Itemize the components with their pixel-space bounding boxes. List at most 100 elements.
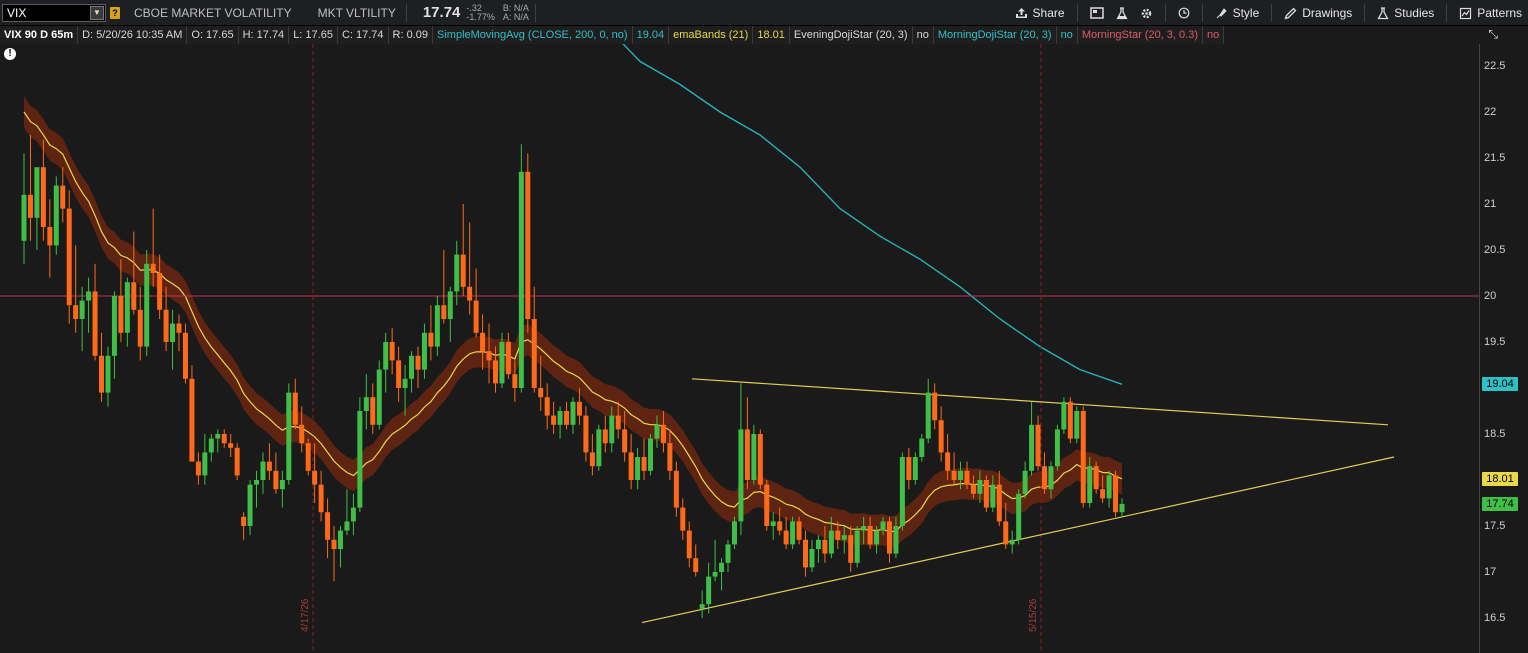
candle[interactable] [1067,397,1073,444]
candle[interactable] [415,346,421,388]
candle[interactable] [912,452,918,485]
candle[interactable] [331,526,337,582]
candle[interactable] [583,406,589,462]
settings-button[interactable] [1134,0,1159,26]
candle[interactable] [228,434,234,457]
candle[interactable] [27,135,33,241]
candle[interactable] [815,535,821,563]
candle[interactable] [1022,461,1028,499]
candle[interactable] [370,383,376,434]
candle[interactable] [648,434,654,476]
candle[interactable] [92,263,98,361]
candle[interactable] [144,250,150,356]
candle[interactable] [434,296,440,356]
style-button[interactable]: Style [1209,0,1266,26]
candle[interactable] [783,516,789,549]
candle[interactable] [525,153,531,333]
chart-symbol-timeframe[interactable]: VIX 90 D 65m [0,26,79,44]
candle[interactable] [376,360,382,430]
candle[interactable] [744,397,750,490]
candle[interactable] [447,286,453,342]
study-ema-label[interactable]: emaBands (21) [669,26,754,44]
candle[interactable] [712,539,718,582]
candle[interactable] [1016,489,1022,545]
candle[interactable] [738,383,744,536]
study-morning-doji-label[interactable]: MorningDojiStar (20, 3) [933,26,1057,44]
candle[interactable] [279,470,285,508]
drawings-button[interactable]: Drawings [1278,0,1358,26]
candle[interactable] [589,434,595,476]
candle[interactable] [215,429,221,453]
candle[interactable] [86,277,92,333]
candle[interactable] [706,562,712,614]
candle[interactable] [40,139,46,241]
candle[interactable] [21,153,27,264]
candle[interactable] [531,286,537,393]
candle[interactable] [124,277,130,347]
candle[interactable] [105,346,111,407]
candle[interactable] [460,204,466,296]
candle[interactable] [628,434,634,490]
candle[interactable] [770,512,776,540]
candle[interactable] [899,452,905,531]
candle[interactable] [363,374,369,430]
candle[interactable] [1041,452,1047,494]
candle[interactable] [1035,415,1041,471]
candle[interactable] [260,452,266,494]
candle[interactable] [1080,406,1086,508]
candle[interactable] [286,383,292,485]
candle[interactable] [725,539,731,572]
candle[interactable] [673,461,679,517]
candle[interactable] [544,383,550,430]
candle[interactable] [564,401,570,430]
candle[interactable] [137,286,143,361]
candle[interactable] [486,323,492,384]
candle[interactable] [751,424,757,485]
candle[interactable] [938,406,944,462]
candle[interactable] [344,489,350,536]
candle[interactable] [764,480,770,531]
candle[interactable] [602,415,608,453]
candle[interactable] [641,438,647,480]
candle[interactable] [719,558,725,591]
price-axis[interactable]: 22.52221.52120.52019.51918.51817.51716.5 [1479,44,1528,653]
candle[interactable] [699,590,705,618]
candle[interactable] [1106,470,1112,508]
candle[interactable] [473,268,479,338]
candle[interactable] [247,480,253,536]
candle[interactable] [195,452,201,485]
trendline[interactable] [691,378,1389,426]
candle[interactable] [635,447,641,490]
candle[interactable] [182,323,188,384]
candle[interactable] [1093,461,1099,494]
candle[interactable] [409,351,415,393]
candle[interactable] [919,434,925,462]
candle[interactable] [266,443,272,480]
candle[interactable] [47,199,53,278]
candle[interactable] [906,447,912,490]
candle[interactable] [170,309,176,370]
candle[interactable] [176,314,182,352]
chevron-down-icon[interactable]: ▼ [90,5,104,20]
candle[interactable] [421,323,427,379]
candle[interactable] [790,516,796,549]
price-chart[interactable] [0,44,1479,653]
study-morning-star-label[interactable]: MorningStar (20, 3, 0.3) [1077,26,1203,44]
candle[interactable] [925,378,931,444]
candle[interactable] [1119,498,1125,517]
time-frame-button[interactable] [1172,0,1196,26]
candle[interactable] [53,176,59,255]
candle[interactable] [99,332,105,402]
expand-icon[interactable]: ⤡ [1488,27,1498,42]
candle[interactable] [1054,424,1060,471]
candle[interactable] [731,516,737,549]
candle[interactable] [693,544,699,577]
candle[interactable] [570,397,576,434]
candle[interactable] [551,401,557,434]
candle[interactable] [357,397,363,513]
candle[interactable] [886,516,892,563]
candle[interactable] [241,512,247,540]
candle[interactable] [202,434,208,485]
symbol-input[interactable]: VIX ▼ [2,3,106,22]
candle[interactable] [983,475,989,513]
